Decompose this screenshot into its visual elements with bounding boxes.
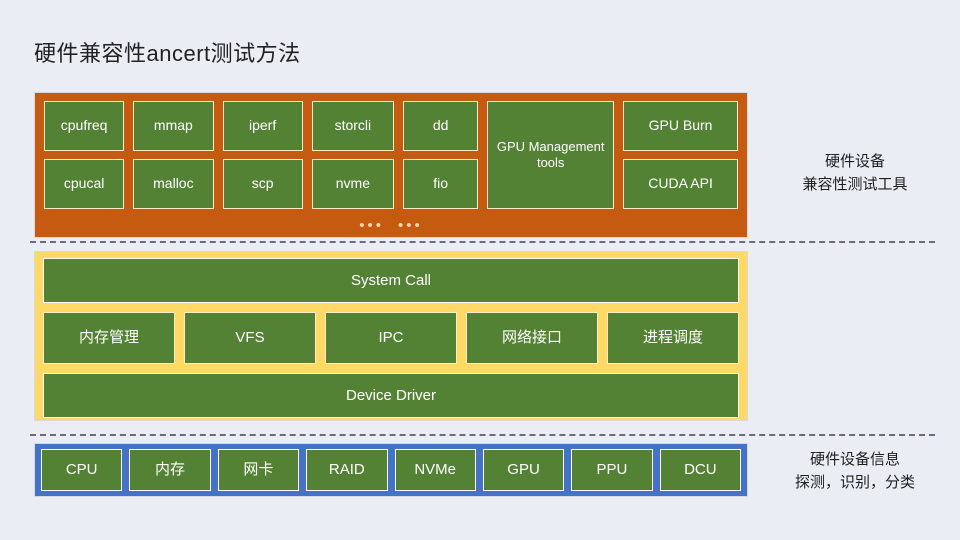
tool-column: GPU Burn CUDA API	[623, 101, 739, 209]
hardware-chip-nvme[interactable]: NVMe	[394, 449, 476, 491]
tool-chip-nvme[interactable]: nvme	[311, 159, 394, 209]
hardware-chip-gpu[interactable]: GPU	[482, 449, 565, 491]
tool-column: storcli nvme	[311, 101, 394, 209]
tool-chip-scp[interactable]: scp	[222, 159, 303, 209]
tool-column: cpufreq cpucal	[44, 101, 125, 209]
tool-chip-iperf[interactable]: iperf	[222, 101, 303, 151]
tool-chip-dd[interactable]: dd	[402, 101, 479, 151]
kernel-chip-ipc[interactable]: IPC	[325, 312, 457, 364]
layer-divider-bottom	[30, 434, 935, 436]
tool-chip-cuda-api[interactable]: CUDA API	[623, 159, 739, 209]
tool-chip-cpufreq[interactable]: cpufreq	[44, 101, 125, 151]
kernel-device-driver-bar[interactable]: Device Driver	[43, 373, 739, 418]
tool-column: GPU Management tools	[487, 101, 615, 209]
kernel-layer-panel: System Call 内存管理 VFS IPC 网络接口 进程调度 Devic…	[34, 251, 748, 421]
tool-chip-fio[interactable]: fio	[402, 159, 479, 209]
tools-layer-annotation: 硬件设备 兼容性测试工具	[765, 150, 945, 197]
hardware-chip-cpu[interactable]: CPU	[41, 449, 123, 491]
hardware-chip-raid[interactable]: RAID	[306, 449, 388, 491]
tools-annotation-line-1: 硬件设备	[824, 153, 885, 170]
kernel-chip-memory-management[interactable]: 内存管理	[43, 312, 175, 364]
tool-chip-storcli[interactable]: storcli	[311, 101, 394, 151]
tools-grid: cpufreq cpucal mmap malloc iperf scp sto…	[44, 101, 739, 209]
tool-column: mmap malloc	[133, 101, 214, 209]
kernel-chip-vfs[interactable]: VFS	[184, 312, 316, 364]
kernel-chip-network-interface[interactable]: 网络接口	[466, 312, 598, 364]
tool-chip-mmap[interactable]: mmap	[133, 101, 214, 151]
ellipsis-icon: •••	[398, 216, 423, 234]
tool-column: iperf scp	[222, 101, 303, 209]
tool-column: dd fio	[402, 101, 479, 209]
tool-chip-malloc[interactable]: malloc	[133, 159, 214, 209]
page-title: 硬件兼容性ancert测试方法	[34, 41, 301, 66]
tools-ellipsis-row: ••• •••	[44, 211, 738, 239]
layer-divider-top	[30, 241, 935, 243]
kernel-system-call-bar[interactable]: System Call	[43, 258, 739, 303]
tool-chip-gpu-burn[interactable]: GPU Burn	[623, 101, 739, 151]
hardware-annotation-line-1: 硬件设备信息	[809, 451, 900, 468]
tools-layer-panel: cpufreq cpucal mmap malloc iperf scp sto…	[34, 92, 748, 238]
tools-annotation-line-2: 兼容性测试工具	[802, 176, 908, 194]
ellipsis-icon: •••	[359, 216, 384, 234]
hardware-chip-nic[interactable]: 网卡	[217, 449, 300, 491]
hardware-chip-dcu[interactable]: DCU	[659, 449, 741, 491]
hardware-annotation-line-2: 探测，识别，分类	[794, 474, 915, 492]
hardware-layer-panel: CPU 内存 网卡 RAID NVMe GPU PPU DCU	[34, 443, 748, 497]
kernel-chip-process-scheduling[interactable]: 进程调度	[607, 312, 739, 364]
hardware-layer-annotation: 硬件设备信息 探测，识别，分类	[765, 448, 945, 495]
kernel-subsystems-row: 内存管理 VFS IPC 网络接口 进程调度	[43, 312, 739, 364]
tool-chip-gpu-management-tools[interactable]: GPU Management tools	[487, 101, 615, 209]
tool-chip-cpucal[interactable]: cpucal	[44, 159, 125, 209]
hardware-chip-ppu[interactable]: PPU	[571, 449, 653, 491]
hardware-chip-memory[interactable]: 内存	[129, 449, 211, 491]
